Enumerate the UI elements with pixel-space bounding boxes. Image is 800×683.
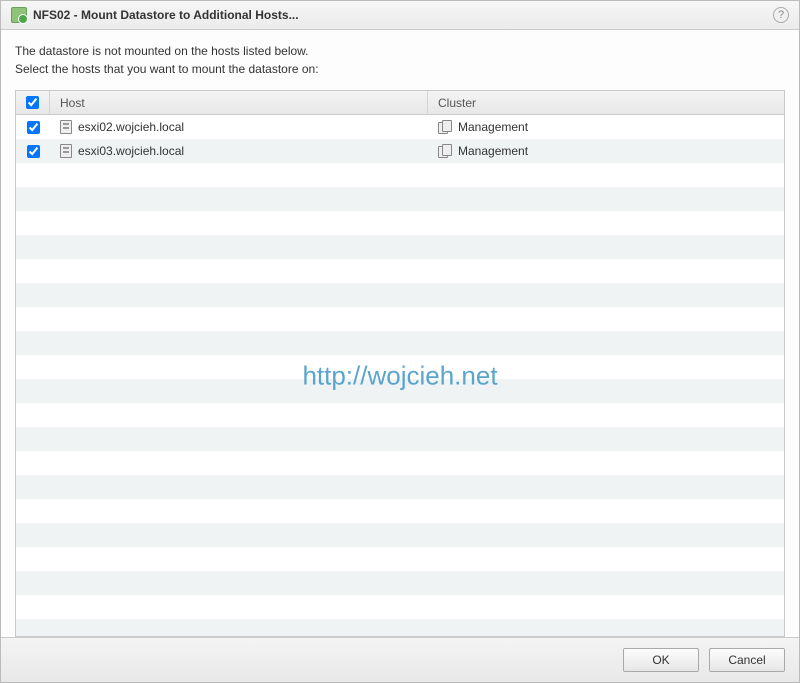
row-host-cell: esxi03.wojcieh.local (50, 144, 428, 158)
instruction-line-2: Select the hosts that you want to mount … (15, 60, 785, 78)
cluster-icon (438, 144, 452, 158)
dialog-window: NFS02 - Mount Datastore to Additional Ho… (0, 0, 800, 683)
row-host-label: esxi02.wojcieh.local (78, 120, 184, 134)
row-host-label: esxi03.wojcieh.local (78, 144, 184, 158)
empty-row (16, 595, 784, 619)
empty-row (16, 283, 784, 307)
window-title: NFS02 - Mount Datastore to Additional Ho… (33, 8, 773, 22)
row-cluster-label: Management (458, 120, 528, 134)
instructions: The datastore is not mounted on the host… (15, 42, 785, 78)
row-host-cell: esxi02.wojcieh.local (50, 120, 428, 134)
row-checkbox[interactable] (27, 145, 40, 158)
empty-row (16, 619, 784, 636)
host-icon (60, 144, 72, 158)
empty-row (16, 307, 784, 331)
row-checkbox[interactable] (27, 121, 40, 134)
ok-button[interactable]: OK (623, 648, 699, 672)
empty-row (16, 331, 784, 355)
empty-row (16, 211, 784, 235)
row-check-cell (16, 145, 50, 158)
select-all-checkbox[interactable] (26, 96, 39, 109)
empty-row (16, 499, 784, 523)
row-cluster-cell: Management (428, 120, 784, 134)
datastore-icon (11, 7, 27, 23)
empty-row (16, 235, 784, 259)
empty-row (16, 379, 784, 403)
empty-row (16, 259, 784, 283)
empty-row (16, 403, 784, 427)
help-icon[interactable]: ? (773, 7, 789, 23)
table-header: Host Cluster (16, 91, 784, 115)
empty-row (16, 523, 784, 547)
host-icon (60, 120, 72, 134)
column-header-host[interactable]: Host (50, 91, 428, 114)
row-check-cell (16, 121, 50, 134)
dialog-footer: OK Cancel (1, 637, 799, 682)
cluster-icon (438, 120, 452, 134)
titlebar: NFS02 - Mount Datastore to Additional Ho… (1, 1, 799, 30)
empty-row (16, 427, 784, 451)
hosts-table: Host Cluster http://wojcieh.net esxi02.w… (15, 90, 785, 637)
empty-row (16, 187, 784, 211)
empty-row (16, 355, 784, 379)
column-header-cluster[interactable]: Cluster (428, 91, 784, 114)
table-row[interactable]: esxi03.wojcieh.local Management (16, 139, 784, 163)
empty-row (16, 163, 784, 187)
cancel-button[interactable]: Cancel (709, 648, 785, 672)
row-cluster-cell: Management (428, 144, 784, 158)
empty-row (16, 451, 784, 475)
row-cluster-label: Management (458, 144, 528, 158)
empty-row (16, 475, 784, 499)
select-all-cell (16, 91, 50, 114)
table-body: http://wojcieh.net esxi02.wojcieh.localM… (16, 115, 784, 636)
table-row[interactable]: esxi02.wojcieh.local Management (16, 115, 784, 139)
instruction-line-1: The datastore is not mounted on the host… (15, 42, 785, 60)
empty-row (16, 571, 784, 595)
empty-row (16, 547, 784, 571)
content-area: The datastore is not mounted on the host… (1, 30, 799, 637)
